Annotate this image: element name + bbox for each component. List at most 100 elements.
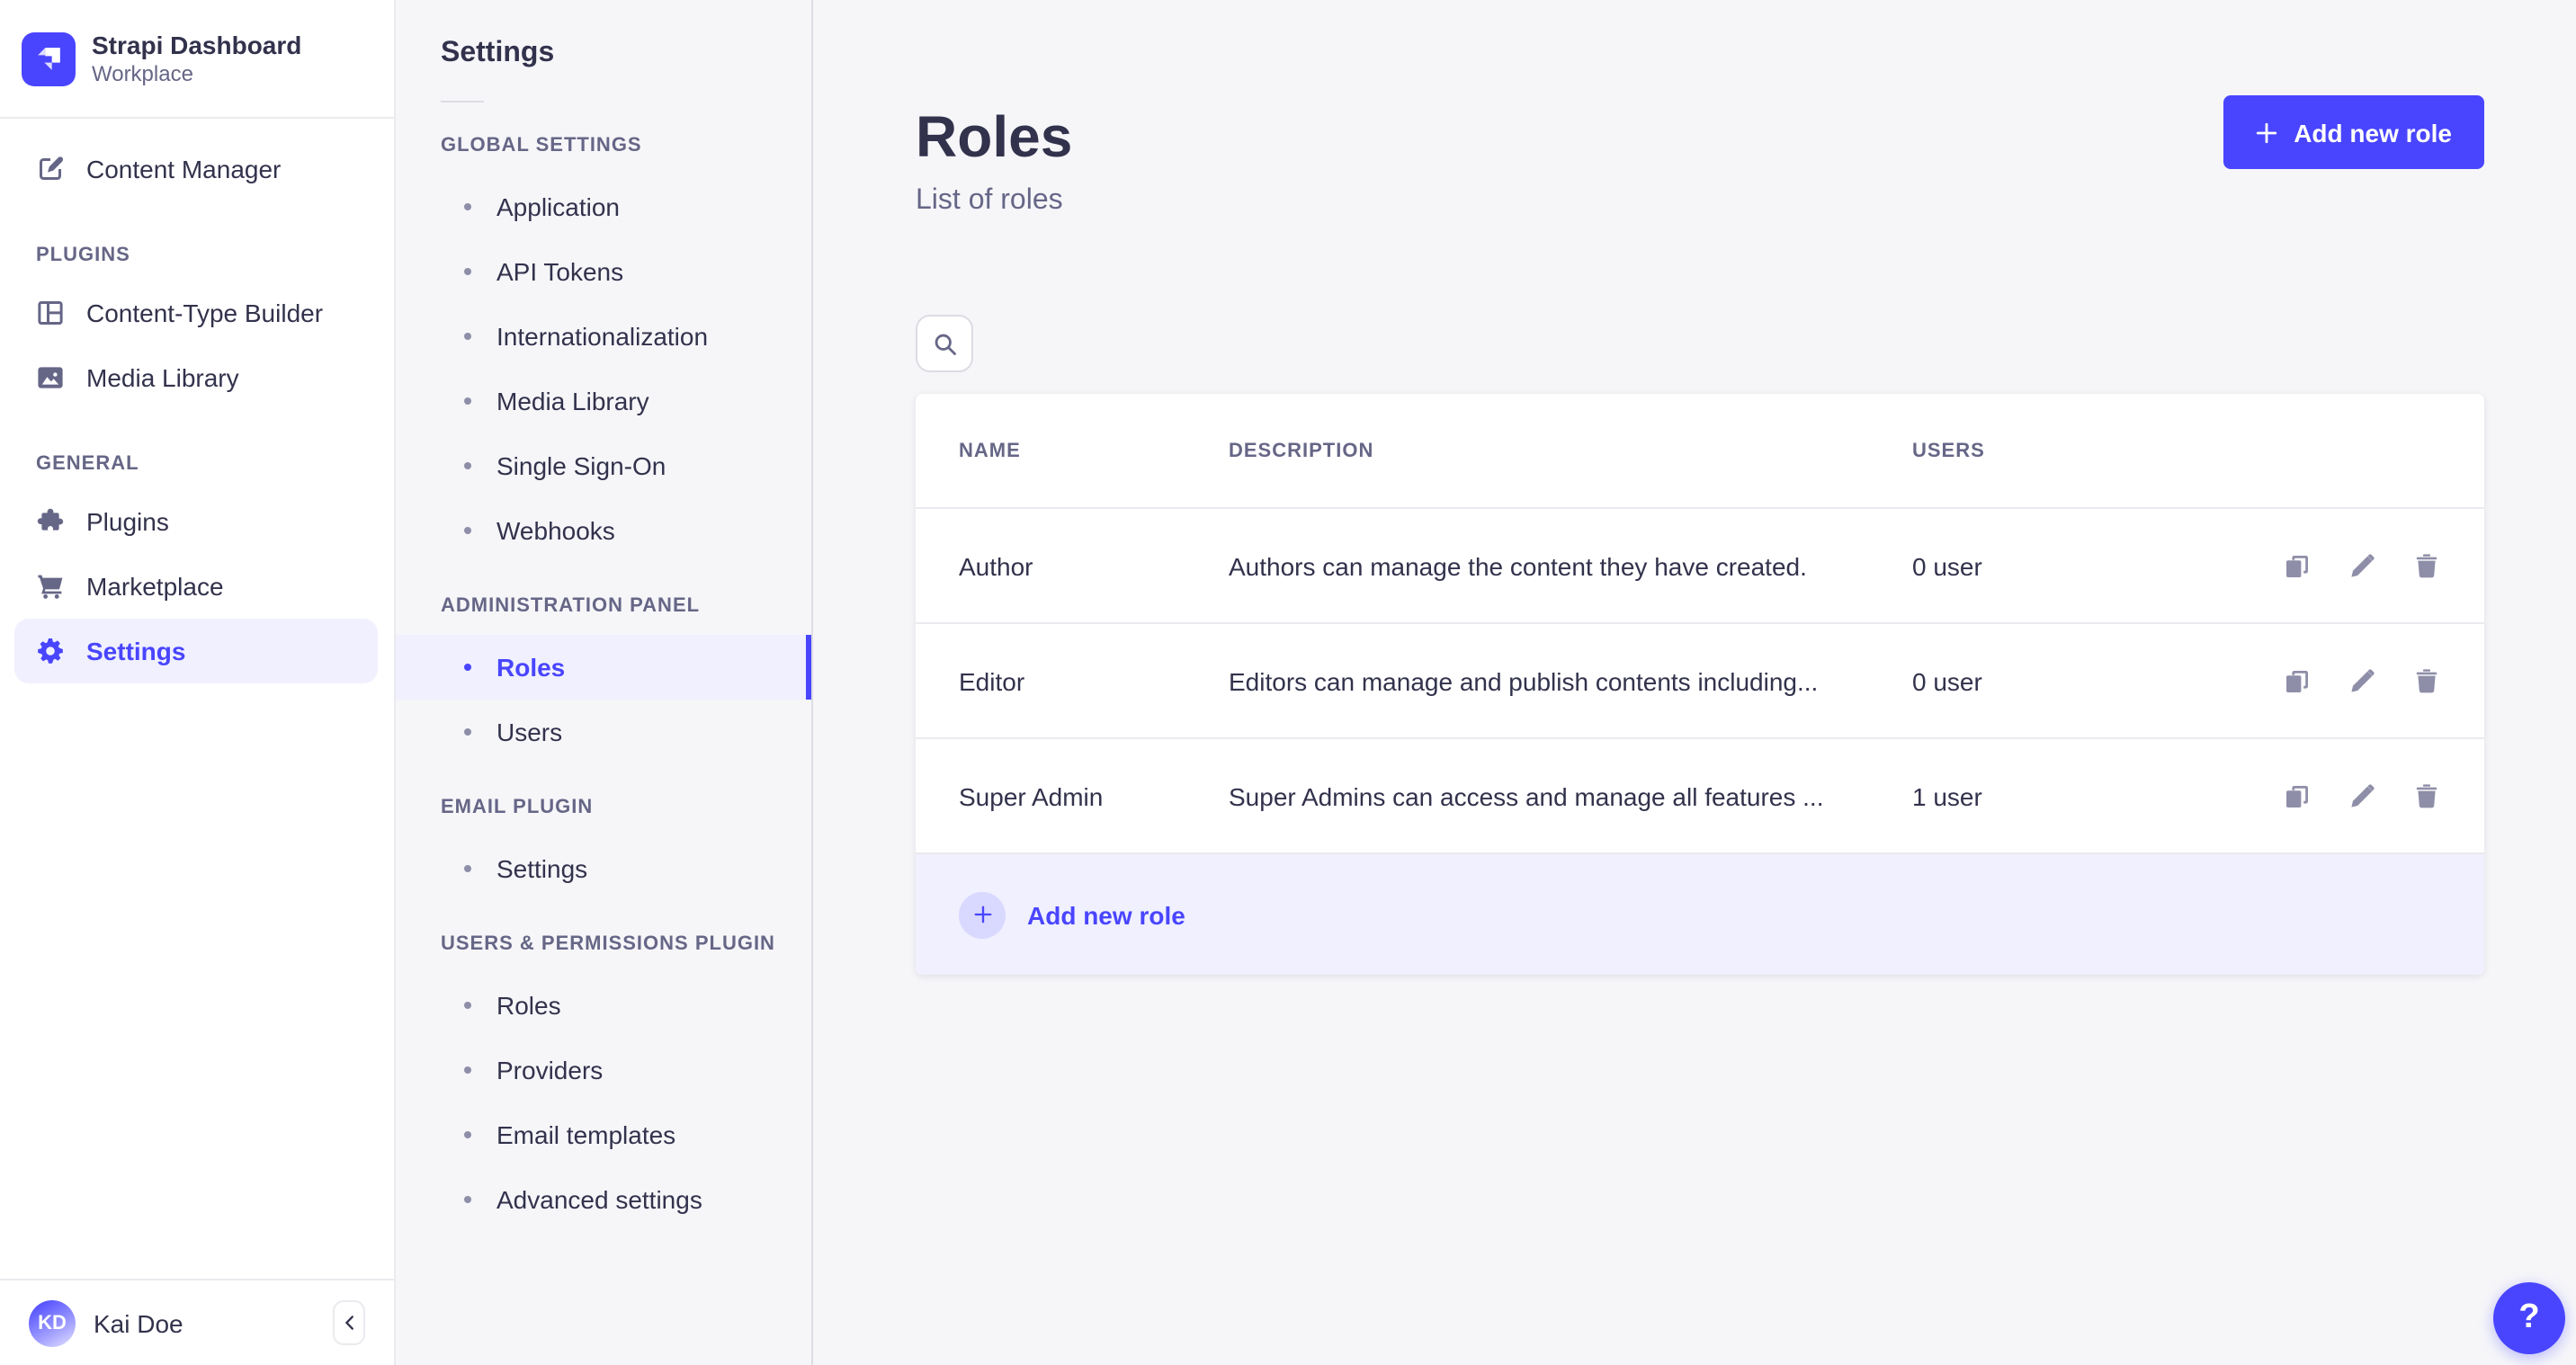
feather-icon — [36, 155, 65, 183]
edit-role-button[interactable] — [2348, 781, 2376, 810]
add-new-role-footer-button[interactable]: Add new role — [916, 854, 2484, 975]
gear-icon — [36, 637, 65, 665]
subnav-item-label: Roles — [496, 991, 561, 1020]
duplicate-role-button[interactable] — [2283, 551, 2312, 580]
subnav-item-label: Single Sign-On — [496, 451, 666, 480]
bullet-icon — [464, 268, 471, 275]
bullet-icon — [464, 1131, 471, 1138]
subnav-item-up-roles[interactable]: Roles — [396, 973, 811, 1038]
main-content: Roles List of roles Add new role NAME DE… — [813, 0, 2576, 1365]
search-button[interactable] — [916, 315, 973, 372]
page-subtitle: List of roles — [916, 185, 1063, 216]
cart-icon — [36, 572, 65, 601]
nav-item-label: Media Library — [86, 363, 239, 392]
role-description: Authors can manage the content they have… — [1229, 551, 1807, 580]
bullet-icon — [464, 865, 471, 872]
bullet-icon — [464, 333, 471, 340]
role-name: Author — [959, 551, 1033, 580]
subnav-item-label: Roles — [496, 653, 566, 682]
table-row-super-admin[interactable]: Super Admin Super Admins can access and … — [916, 739, 2484, 854]
trash-icon — [2416, 668, 2437, 692]
collapse-sidebar-button[interactable] — [333, 1300, 365, 1345]
nav-item-marketplace[interactable]: Marketplace — [14, 554, 378, 619]
subnav-item-label: Application — [496, 192, 620, 221]
subnav-section-email-plugin: EMAIL PLUGIN Settings — [396, 793, 811, 901]
subnav-item-email-settings[interactable]: Settings — [396, 836, 811, 901]
subnav-item-up-email-templates[interactable]: Email templates — [396, 1102, 811, 1167]
table-row-author[interactable]: Author Authors can manage the content th… — [916, 509, 2484, 624]
help-button[interactable]: ? — [2493, 1282, 2565, 1354]
nav-item-content-type-builder[interactable]: Content-Type Builder — [14, 281, 378, 345]
duplicate-icon — [2286, 555, 2308, 576]
table-row-editor[interactable]: Editor Editors can manage and publish co… — [916, 624, 2484, 739]
bullet-icon — [464, 462, 471, 469]
nav-item-label: Content-Type Builder — [86, 299, 324, 327]
edit-icon — [2351, 553, 2375, 576]
settings-subnav: Settings GLOBAL SETTINGS Application API… — [396, 0, 813, 1365]
nav-item-plugins[interactable]: Plugins — [14, 489, 378, 554]
bullet-icon — [464, 728, 471, 736]
add-new-role-footer-label: Add new role — [1027, 900, 1185, 929]
row-actions — [2218, 781, 2441, 810]
subnav-section-label: ADMINISTRATION PANEL — [441, 595, 701, 617]
role-users-count: 0 user — [1912, 551, 1982, 580]
roles-table: NAME DESCRIPTION USERS Author Authors ca… — [916, 394, 2484, 975]
nav-item-label: Settings — [86, 637, 186, 665]
puzzle-icon — [36, 507, 65, 536]
edit-role-button[interactable] — [2348, 666, 2376, 695]
role-description: Editors can manage and publish contents … — [1229, 666, 1819, 695]
avatar: KD — [29, 1299, 76, 1346]
subnav-item-up-providers[interactable]: Providers — [396, 1038, 811, 1102]
workspace-title: Strapi Dashboard — [92, 30, 302, 58]
role-users-count: 1 user — [1912, 781, 1982, 810]
page-header: Roles List of roles Add new role — [916, 95, 2484, 223]
duplicate-role-button[interactable] — [2283, 666, 2312, 695]
subnav-section-label: GLOBAL SETTINGS — [441, 135, 642, 156]
nav-item-label: Content Manager — [86, 155, 282, 183]
bullet-icon — [464, 1066, 471, 1074]
column-header-users: USERS — [1912, 440, 1985, 461]
nav-item-media-library[interactable]: Media Library — [14, 345, 378, 410]
subnav-item-up-advanced-settings[interactable]: Advanced settings — [396, 1167, 811, 1232]
subnav-item-media-library[interactable]: Media Library — [396, 369, 811, 433]
subnav-item-internationalization[interactable]: Internationalization — [396, 304, 811, 369]
duplicate-role-button[interactable] — [2283, 781, 2312, 810]
chevron-left-icon — [339, 1313, 359, 1333]
bullet-icon — [464, 397, 471, 405]
main-sidebar: Strapi Dashboard Workplace Content Manag… — [0, 0, 396, 1365]
bullet-icon — [464, 664, 471, 671]
column-header-name: NAME — [959, 440, 1021, 461]
subnav-item-label: Advanced settings — [496, 1185, 702, 1214]
trash-icon — [2416, 783, 2437, 807]
edit-role-button[interactable] — [2348, 551, 2376, 580]
delete-role-button[interactable] — [2412, 666, 2441, 695]
workspace-subtitle: Workplace — [92, 60, 193, 85]
delete-role-button[interactable] — [2412, 781, 2441, 810]
user-menu[interactable]: KD Kai Doe — [29, 1299, 183, 1346]
subnav-item-label: Settings — [496, 854, 588, 883]
nav-item-content-manager[interactable]: Content Manager — [14, 137, 378, 201]
edit-icon — [2351, 668, 2375, 691]
subnav-item-application[interactable]: Application — [396, 174, 811, 239]
layout-icon — [36, 299, 65, 327]
strapi-logo-icon — [22, 31, 76, 85]
subnav-item-label: API Tokens — [496, 257, 624, 286]
column-header-description: DESCRIPTION — [1229, 440, 1374, 461]
subnav-item-webhooks[interactable]: Webhooks — [396, 498, 811, 563]
bullet-icon — [464, 1002, 471, 1009]
subnav-item-label: Providers — [496, 1056, 604, 1084]
subnav-item-admin-users[interactable]: Users — [396, 700, 811, 764]
row-actions — [2218, 666, 2441, 695]
delete-role-button[interactable] — [2412, 551, 2441, 580]
subnav-item-label: Media Library — [496, 387, 649, 415]
brand-text: Strapi Dashboard Workplace — [92, 30, 301, 87]
subnav-item-admin-roles[interactable]: Roles — [396, 635, 811, 700]
nav-section-general: GENERAL — [36, 453, 139, 475]
active-indicator — [806, 635, 811, 700]
workspace-switcher[interactable]: Strapi Dashboard Workplace — [0, 0, 394, 119]
nav-item-settings[interactable]: Settings — [14, 619, 378, 683]
add-new-role-button[interactable]: Add new role — [2223, 95, 2484, 169]
user-name: Kai Doe — [94, 1308, 183, 1337]
subnav-item-api-tokens[interactable]: API Tokens — [396, 239, 811, 304]
subnav-item-single-sign-on[interactable]: Single Sign-On — [396, 433, 811, 498]
